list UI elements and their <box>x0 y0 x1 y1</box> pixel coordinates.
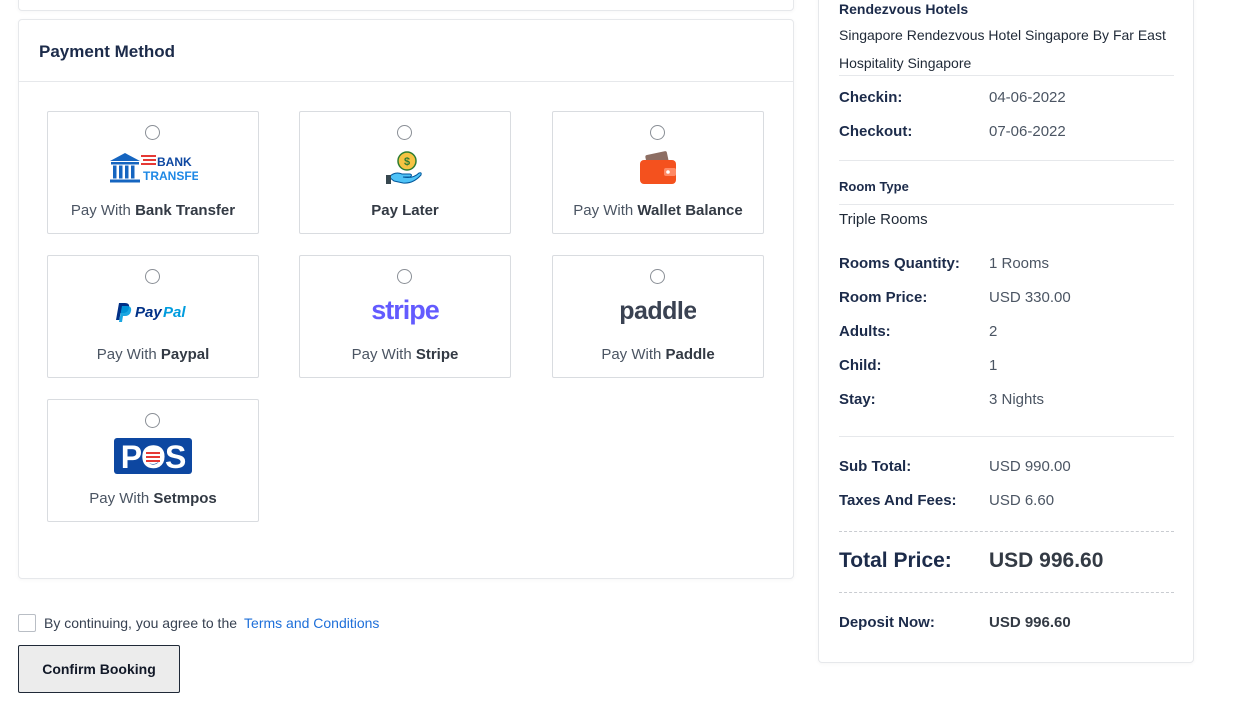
terms-text: By continuing, you agree to the <box>44 615 238 631</box>
adults-value: 2 <box>989 323 998 340</box>
booking-summary-card: Rendezvous Hotels Singapore Rendezvous H… <box>818 0 1194 663</box>
payment-option-setmpos[interactable]: POS Pay With Setmpos <box>47 399 259 522</box>
confirm-booking-button[interactable]: Confirm Booking <box>18 645 180 693</box>
rooms-quantity-value: 1 Rooms <box>989 255 1050 272</box>
payment-option-wallet-balance[interactable]: Pay With Wallet Balance <box>552 111 764 234</box>
payment-option-paypal[interactable]: Pay Pal Pay With Paypal <box>47 255 259 378</box>
subtotal-label: Sub Total: <box>839 458 912 475</box>
bank-transfer-radio[interactable] <box>145 125 160 140</box>
child-label: Child: <box>839 357 882 374</box>
wallet-balance-radio[interactable] <box>650 125 665 140</box>
paypal-label: Pay With Paypal <box>96 346 210 363</box>
terms-and-conditions-link[interactable]: Terms and Conditions <box>244 615 379 631</box>
subtotal-value: USD 990.00 <box>989 458 1071 475</box>
divider <box>839 204 1174 205</box>
dashed-divider <box>839 592 1174 593</box>
terms-checkbox[interactable] <box>18 614 36 632</box>
total-price-value: USD 996.60 <box>989 549 1104 572</box>
stripe-radio[interactable] <box>397 269 412 284</box>
stay-value: 3 Nights <box>989 391 1045 408</box>
stripe-label: Pay With Stripe <box>351 346 459 363</box>
setmpos-radio[interactable] <box>145 413 160 428</box>
rooms-quantity-label: Rooms Quantity: <box>839 255 960 272</box>
checkin-value: 04-06-2022 <box>989 89 1066 106</box>
checkin-label: Checkin: <box>839 89 903 106</box>
child-value: 1 <box>989 357 998 374</box>
hotel-brand: Rendezvous Hotels <box>839 1 969 17</box>
bank-transfer-label: Pay With Bank Transfer <box>70 202 236 219</box>
room-price-value: USD 330.00 <box>989 289 1071 306</box>
payment-option-stripe[interactable]: stripe Pay With Stripe <box>299 255 511 378</box>
stay-label: Stay: <box>839 391 876 408</box>
pay-later-label: Pay Later <box>371 202 439 219</box>
svg-text:paddle: paddle <box>620 297 696 325</box>
hotel-name: Singapore Rendezvous Hotel Singapore By … <box>839 27 1166 71</box>
previous-section-card <box>18 0 794 11</box>
svg-text:Pay: Pay <box>135 304 162 321</box>
svg-text:BANK: BANK <box>157 155 192 169</box>
svg-text:stripe: stripe <box>371 297 440 325</box>
setmpos-label: Pay With Setmpos <box>89 490 217 507</box>
room-type-value: Triple Rooms <box>839 211 928 228</box>
divider <box>839 75 1174 76</box>
divider <box>839 436 1174 437</box>
room-type-label: Room Type <box>839 179 909 194</box>
deposit-label: Deposit Now: <box>839 614 935 631</box>
adults-label: Adults: <box>839 323 891 340</box>
payment-option-bank-transfer[interactable]: BANK TRANSFER Pay With Bank Transfer <box>47 111 259 234</box>
paypal-radio[interactable] <box>145 269 160 284</box>
taxes-value: USD 6.60 <box>989 492 1055 509</box>
paddle-logo: paddle <box>553 292 763 332</box>
pay-later-icon: $ <box>300 148 510 188</box>
paypal-logo: Pay Pal <box>48 292 258 332</box>
paddle-radio[interactable] <box>650 269 665 284</box>
bank-transfer-logo: BANK TRANSFER <box>48 148 258 188</box>
svg-text:TRANSFER: TRANSFER <box>143 169 198 183</box>
stripe-logo: stripe <box>300 292 510 332</box>
room-price-label: Room Price: <box>839 289 928 306</box>
svg-text:$: $ <box>404 156 410 168</box>
svg-text:Pal: Pal <box>163 304 186 321</box>
terms-row: By continuing, you agree to the Terms an… <box>18 613 379 633</box>
payment-option-pay-later[interactable]: $ Pay Later <box>299 111 511 234</box>
pay-later-radio[interactable] <box>397 125 412 140</box>
payment-method-card: Payment Method BANK TRANSFER Pay With Ba… <box>18 19 794 579</box>
checkout-label: Checkout: <box>839 123 913 140</box>
pos-logo: POS <box>48 436 258 476</box>
paddle-label: Pay With Paddle <box>601 346 715 363</box>
divider <box>839 160 1174 161</box>
deposit-value: USD 996.60 <box>989 614 1071 631</box>
payment-method-title: Payment Method <box>19 20 793 82</box>
dashed-divider <box>839 531 1174 532</box>
total-price-label: Total Price: <box>839 549 952 572</box>
taxes-label: Taxes And Fees: <box>839 492 957 509</box>
checkout-value: 07-06-2022 <box>989 123 1066 140</box>
wallet-balance-label: Pay With Wallet Balance <box>573 202 743 219</box>
wallet-icon <box>553 148 763 188</box>
payment-option-paddle[interactable]: paddle Pay With Paddle <box>552 255 764 378</box>
